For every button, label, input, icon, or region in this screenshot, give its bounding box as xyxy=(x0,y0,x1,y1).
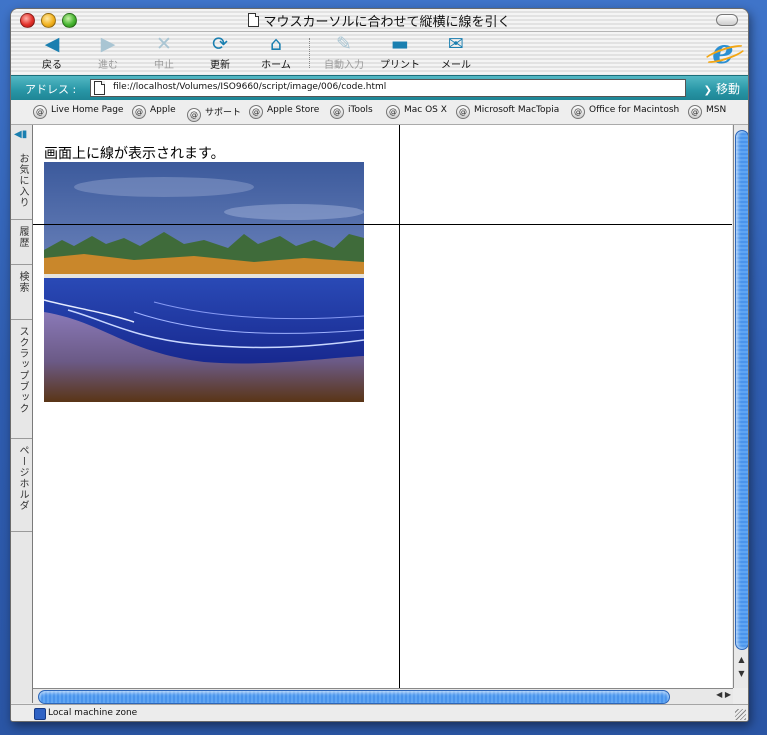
security-zone-icon xyxy=(34,708,46,720)
go-label: 移動 xyxy=(715,82,740,96)
at-icon: @ xyxy=(187,108,201,122)
forward-arrow-icon: ▶ xyxy=(100,33,116,55)
document-icon xyxy=(248,13,260,27)
page-document-icon[interactable] xyxy=(94,81,105,95)
scroll-right-arrow-icon[interactable]: ▶ xyxy=(725,690,731,699)
address-label: アドレス : xyxy=(25,83,77,96)
tab-page-holder[interactable]: ページホルダ xyxy=(11,439,32,532)
address-input[interactable]: file://localhost/Volumes/ISO9660/script/… xyxy=(90,79,686,97)
printer-icon: ▬ xyxy=(391,33,409,55)
at-icon: @ xyxy=(688,105,702,119)
at-icon: @ xyxy=(330,105,344,119)
scroll-left-arrow-icon[interactable]: ◀ xyxy=(716,690,722,699)
favorites-bar: @ Live Home Page @ Apple @ サポート @ Apple Stor… xyxy=(11,100,748,125)
toolbar: ◀ 戻る ▶ 進む ✕ 中止 ⟳ 更新 ⌂ ホーム ✎ 自動入力 ▬ プリント … xyxy=(11,32,748,74)
stop-label: 中止 xyxy=(154,60,174,71)
status-bar: Local machine zone xyxy=(11,704,748,721)
link-microsoft-mactopia[interactable]: @ Microsoft MacTopia xyxy=(456,105,559,119)
at-icon: @ xyxy=(571,105,585,119)
toolbar-toggle-button[interactable] xyxy=(716,14,738,26)
at-icon: @ xyxy=(386,105,400,119)
tab-history[interactable]: 履歴 xyxy=(11,220,32,265)
scroll-up-arrow-icon[interactable]: ▲ xyxy=(734,654,748,666)
horizontal-scrollbar[interactable]: ◀ ▶ xyxy=(33,688,733,704)
link-apple-store[interactable]: @ Apple Store xyxy=(249,105,319,119)
back-label: 戻る xyxy=(42,60,62,71)
go-button[interactable]: ❯ 移動 xyxy=(704,80,740,97)
back-button[interactable]: ◀ 戻る xyxy=(27,34,77,71)
resize-grip-icon[interactable] xyxy=(735,709,746,720)
mail-icon: ✉ xyxy=(448,33,464,55)
link-itools[interactable]: @ iTools xyxy=(330,105,373,119)
vertical-scrollbar[interactable]: ▲ ▼ xyxy=(733,125,748,688)
autofill-label: 自動入力 xyxy=(324,60,364,71)
horizontal-scroll-arrows[interactable]: ◀ ▶ xyxy=(716,690,731,699)
at-icon: @ xyxy=(33,105,47,119)
explorer-bar-tabs: ◀▮ お気に入り 履歴 検索 スクラップブック ページホルダ xyxy=(11,125,33,703)
explorer-bar-toggle-icon[interactable]: ◀▮ xyxy=(14,129,28,141)
at-icon: @ xyxy=(249,105,263,119)
tab-scrapbook[interactable]: スクラップブック xyxy=(11,320,32,439)
mail-label: メール xyxy=(441,60,471,71)
horizontal-scroll-thumb[interactable] xyxy=(38,690,670,704)
forward-button[interactable]: ▶ 進む xyxy=(83,34,133,71)
page-content[interactable]: 画面上に線が表示されます。 xyxy=(33,125,732,688)
horizontal-cursor-line xyxy=(33,224,732,225)
address-url: file://localhost/Volumes/ISO9660/script/… xyxy=(113,82,387,92)
link-msn[interactable]: @ MSN xyxy=(688,105,726,119)
at-icon: @ xyxy=(456,105,470,119)
window-title: マウスカーソルに合わせて縦横に線を引く xyxy=(263,15,511,30)
browser-window: マウスカーソルに合わせて縦横に線を引く ◀ 戻る ▶ 進む ✕ 中止 ⟳ 更新 … xyxy=(10,8,749,722)
link-apple[interactable]: @ Apple xyxy=(132,105,176,119)
link-mac-os-x[interactable]: @ Mac OS X xyxy=(386,105,447,119)
scroll-down-arrow-icon[interactable]: ▼ xyxy=(734,668,748,680)
refresh-icon: ⟳ xyxy=(212,33,228,55)
security-zone-text: Local machine zone xyxy=(48,708,138,718)
home-icon: ⌂ xyxy=(269,33,283,55)
print-button[interactable]: ▬ プリント xyxy=(375,34,425,71)
at-icon: @ xyxy=(132,105,146,119)
home-button[interactable]: ⌂ ホーム xyxy=(251,34,301,71)
link-support[interactable]: @ サポート xyxy=(187,105,241,122)
window-title-wrap: マウスカーソルに合わせて縦横に線を引く xyxy=(11,11,748,30)
go-arrow-icon: ❯ xyxy=(703,85,712,96)
autofill-icon: ✎ xyxy=(336,33,352,55)
page-text: 画面上に線が表示されます。 xyxy=(44,146,225,162)
vertical-scroll-thumb[interactable] xyxy=(735,130,748,650)
refresh-button[interactable]: ⟳ 更新 xyxy=(195,34,245,71)
stop-x-icon: ✕ xyxy=(156,33,172,55)
back-arrow-icon: ◀ xyxy=(44,33,60,55)
refresh-label: 更新 xyxy=(210,60,230,71)
home-label: ホーム xyxy=(261,60,291,71)
toolbar-separator xyxy=(309,38,311,68)
tab-search[interactable]: 検索 xyxy=(11,265,32,320)
mail-button[interactable]: ✉ メール xyxy=(431,34,481,71)
tab-favorites[interactable]: お気に入り xyxy=(11,147,32,220)
ie-logo-icon: e xyxy=(706,35,740,70)
forward-label: 進む xyxy=(98,60,118,71)
landscape-image xyxy=(44,162,364,402)
autofill-button[interactable]: ✎ 自動入力 xyxy=(319,34,369,71)
vertical-cursor-line xyxy=(399,125,400,688)
title-bar[interactable]: マウスカーソルに合わせて縦横に線を引く xyxy=(11,9,748,32)
address-bar: アドレス : file://localhost/Volumes/ISO9660/… xyxy=(11,75,748,101)
link-live-home-page[interactable]: @ Live Home Page xyxy=(33,105,123,119)
print-label: プリント xyxy=(380,60,420,71)
stop-button[interactable]: ✕ 中止 xyxy=(139,34,189,71)
link-office-for-macintosh[interactable]: @ Office for Macintosh xyxy=(571,105,679,119)
